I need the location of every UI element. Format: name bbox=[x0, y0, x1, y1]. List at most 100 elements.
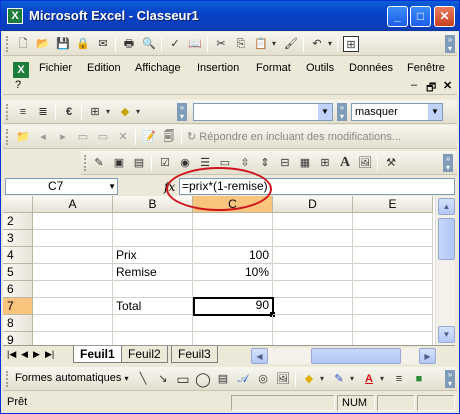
cell-d6[interactable] bbox=[273, 281, 353, 298]
font-color-dropdown-icon[interactable]: ▾ bbox=[377, 371, 387, 387]
spinner-tool-icon[interactable]: ⇕ bbox=[257, 155, 273, 171]
toolbar-grip[interactable] bbox=[84, 155, 88, 171]
next-sheet-icon[interactable]: ▶ bbox=[33, 349, 40, 360]
cell-e4[interactable] bbox=[353, 247, 433, 264]
excel-app-icon[interactable]: X bbox=[7, 8, 23, 24]
column-header-c[interactable]: C bbox=[193, 196, 273, 213]
cell-c7[interactable]: 90 bbox=[193, 297, 274, 316]
cell-d3[interactable] bbox=[273, 230, 353, 247]
checkbox-tool-icon[interactable]: ☑ bbox=[157, 155, 173, 171]
horizontal-scroll-thumb[interactable] bbox=[311, 348, 401, 364]
row-header-6[interactable]: 6 bbox=[3, 281, 33, 298]
cell-d5[interactable] bbox=[273, 264, 353, 281]
toolbar-grip[interactable] bbox=[6, 104, 10, 120]
email-icon[interactable]: ✉ bbox=[95, 36, 111, 52]
next-comment-icon[interactable]: ▸ bbox=[55, 129, 71, 145]
row-header-8[interactable]: 8 bbox=[3, 315, 33, 332]
cell-c6[interactable] bbox=[193, 281, 273, 298]
scrollbar-tool-icon[interactable]: ⇳ bbox=[237, 155, 253, 171]
row-header-7[interactable]: 7 bbox=[3, 298, 33, 315]
cell-e5[interactable] bbox=[353, 264, 433, 281]
3d-style-icon[interactable]: ■ bbox=[411, 371, 427, 387]
doc-restore-button[interactable]: 🗗 bbox=[426, 79, 436, 98]
scroll-up-button[interactable]: ▲ bbox=[438, 198, 455, 215]
title-bar[interactable]: X Microsoft Excel - Classeur1 _ □ ✕ bbox=[1, 1, 459, 31]
menu-format[interactable]: Format bbox=[256, 62, 291, 74]
toolbar-grip[interactable] bbox=[6, 371, 10, 387]
horizontal-scrollbar[interactable]: ◀ ▶ bbox=[251, 348, 437, 364]
cell-e9[interactable] bbox=[353, 332, 433, 345]
cell-d8[interactable] bbox=[273, 315, 353, 332]
fill-color-icon[interactable]: ◆ bbox=[301, 371, 317, 387]
rectangle-icon[interactable]: ▭ bbox=[175, 371, 191, 387]
cell-c9[interactable] bbox=[193, 332, 273, 345]
menu-fenetre[interactable]: Fenêtre bbox=[407, 62, 445, 74]
first-sheet-icon[interactable]: |◀ bbox=[7, 349, 16, 360]
formula-input[interactable]: =prix*(1-remise) bbox=[179, 178, 455, 195]
cell-b4[interactable]: Prix bbox=[113, 247, 193, 264]
diagram-icon[interactable]: ◎ bbox=[255, 371, 271, 387]
open-icon[interactable]: 📂 bbox=[35, 36, 51, 52]
cell-d4[interactable] bbox=[273, 247, 353, 264]
cell-a7[interactable] bbox=[33, 298, 113, 315]
cell-e3[interactable] bbox=[353, 230, 433, 247]
worksheet-grid[interactable]: A B C D E 2 3 4 Prix 100 5 Remise 10% 6 7 Total 90 8 9 bbox=[3, 196, 435, 345]
column-header-a[interactable]: A bbox=[33, 196, 113, 213]
wordart-icon[interactable]: 𝒜 bbox=[235, 371, 251, 387]
undo-dropdown-icon[interactable]: ▾ bbox=[325, 36, 335, 52]
toolbar-grip[interactable] bbox=[6, 129, 10, 145]
show-all-comments-icon[interactable]: ▭ bbox=[95, 129, 111, 145]
cell-b3[interactable] bbox=[113, 230, 193, 247]
cell-b5[interactable]: Remise bbox=[113, 264, 193, 281]
cell-b9[interactable] bbox=[113, 332, 193, 345]
cell-b2[interactable] bbox=[113, 213, 193, 230]
delete-comment-icon[interactable]: ✕ bbox=[115, 129, 131, 145]
maximize-button[interactable]: □ bbox=[410, 6, 431, 27]
fill-color-icon[interactable]: ◆ bbox=[117, 104, 133, 120]
toolbar-grip[interactable] bbox=[6, 36, 10, 52]
sheet-icon[interactable]: ⊞ bbox=[343, 36, 359, 52]
sheet-tab-feuil3[interactable]: Feuil3 bbox=[171, 346, 218, 363]
label-tool-icon[interactable]: ✎ bbox=[91, 155, 107, 171]
property-icon[interactable]: ⊟ bbox=[277, 155, 293, 171]
menu-help[interactable]: ? bbox=[15, 79, 21, 91]
cell-c2[interactable] bbox=[193, 213, 273, 230]
euro-icon[interactable]: € bbox=[61, 104, 77, 120]
name-box[interactable]: C7 ▼ bbox=[5, 178, 118, 195]
row-header-3[interactable]: 3 bbox=[3, 230, 33, 247]
align-right-icon[interactable]: ≣ bbox=[35, 104, 51, 120]
paste-dropdown-icon[interactable]: ▾ bbox=[269, 36, 279, 52]
research-icon[interactable]: 📖 bbox=[187, 36, 203, 52]
cell-e8[interactable] bbox=[353, 315, 433, 332]
arrow-icon[interactable]: ↘ bbox=[155, 371, 171, 387]
cell-e7[interactable] bbox=[353, 298, 433, 315]
cell-b6[interactable] bbox=[113, 281, 193, 298]
column-header-e[interactable]: E bbox=[353, 196, 433, 213]
cell-b7[interactable]: Total bbox=[113, 298, 193, 315]
last-sheet-icon[interactable]: ▶| bbox=[45, 349, 54, 360]
row-header-2[interactable]: 2 bbox=[3, 213, 33, 230]
menu-insertion[interactable]: Insertion bbox=[197, 62, 239, 74]
undo-icon[interactable]: ↶ bbox=[309, 36, 325, 52]
fill-color-dropdown-icon[interactable]: ▾ bbox=[133, 104, 143, 120]
text-a-icon[interactable]: A bbox=[337, 155, 353, 171]
folder-icon[interactable]: 📁 bbox=[15, 129, 31, 145]
close-button[interactable]: ✕ bbox=[434, 6, 455, 27]
font-color-icon[interactable]: A bbox=[361, 371, 377, 387]
paste-icon[interactable]: 📋 bbox=[253, 36, 269, 52]
row-header-5[interactable]: 5 bbox=[3, 264, 33, 281]
column-header-b[interactable]: B bbox=[113, 196, 193, 213]
toolbar-options-chevron[interactable]: » ▾ bbox=[445, 370, 455, 388]
sheet-tab-feuil2[interactable]: Feuil2 bbox=[121, 346, 168, 363]
cell-d7[interactable] bbox=[273, 298, 353, 315]
scroll-left-button[interactable]: ◀ bbox=[251, 348, 268, 364]
show-comment-icon[interactable]: ▭ bbox=[75, 129, 91, 145]
ask-question-box[interactable]: masquer ▼ bbox=[351, 103, 443, 121]
previous-sheet-icon[interactable]: ◀ bbox=[21, 349, 28, 360]
groupbox-tool-icon[interactable]: ▣ bbox=[111, 155, 127, 171]
cell-c4[interactable]: 100 bbox=[193, 247, 273, 264]
new-icon[interactable]: 🗋 bbox=[15, 36, 31, 52]
vertical-scrollbar[interactable]: ▲ ▼ bbox=[435, 196, 455, 345]
listbox-tool-icon[interactable]: ☰ bbox=[197, 155, 213, 171]
scroll-down-button[interactable]: ▼ bbox=[438, 326, 455, 343]
